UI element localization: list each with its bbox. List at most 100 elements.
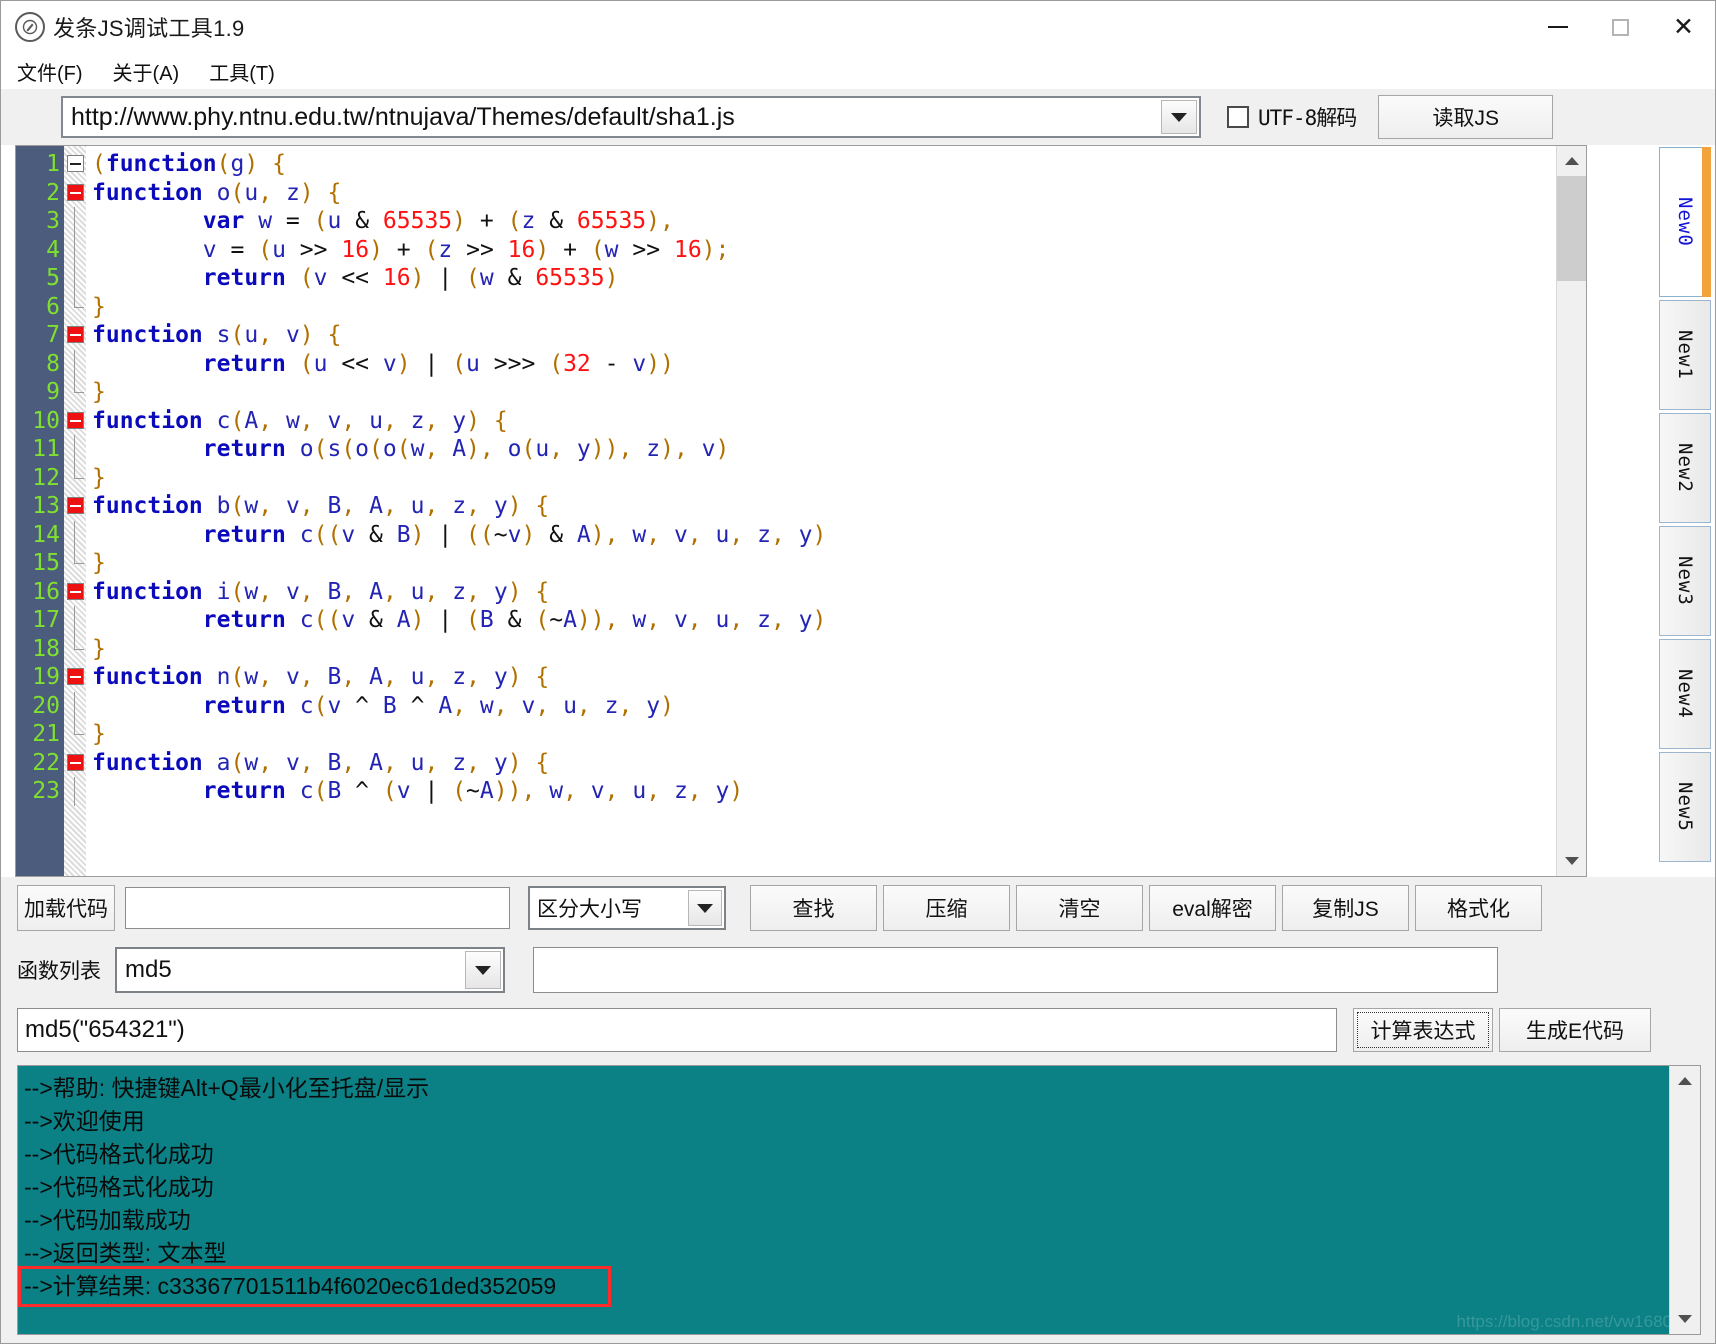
line-number: 16 <box>32 578 60 605</box>
log-scroll-up-icon[interactable] <box>1670 1066 1700 1096</box>
fold-marker[interactable] <box>64 720 86 749</box>
code-fold-margin[interactable] <box>64 146 86 876</box>
fold-marker[interactable] <box>64 777 86 806</box>
code-vertical-scrollbar[interactable] <box>1556 146 1586 876</box>
fold-guide-line <box>74 235 75 264</box>
fold-guide-line <box>74 606 75 635</box>
line-number: 20 <box>32 692 60 719</box>
menu-item-about[interactable]: 关于(A) <box>113 57 180 86</box>
line-number: 23 <box>32 778 60 804</box>
fold-marker[interactable] <box>64 435 86 464</box>
window-controls: ✕ <box>1526 1 1715 53</box>
fold-collapse-red-icon[interactable] <box>67 326 84 343</box>
code-line: function c(A, w, v, u, z, y) { <box>92 407 508 434</box>
code-line: return o(s(o(o(w, A), o(u, y)), z), v) <box>202 436 730 462</box>
code-line: } <box>92 464 106 491</box>
expression-input[interactable]: md5("654321") <box>17 1008 1337 1052</box>
fold-marker[interactable] <box>64 578 86 607</box>
function-output-field[interactable] <box>533 947 1498 993</box>
fold-marker[interactable] <box>64 207 86 236</box>
menu-item-tools[interactable]: 工具(T) <box>209 57 275 86</box>
log-vertical-scrollbar[interactable] <box>1669 1066 1700 1334</box>
close-button[interactable]: ✕ <box>1652 1 1715 53</box>
log-output[interactable]: -->帮助: 快捷键Alt+Q最小化至托盘/显示 -->欢迎使用 -->代码格式化成… <box>18 1066 1669 1334</box>
editor-tab-strip[interactable]: New0 New1 New2 New3 New4 New5 <box>1655 147 1711 862</box>
fold-marker[interactable] <box>64 292 86 322</box>
fold-guide-line <box>74 349 75 378</box>
copy-js-button[interactable]: 复制JS <box>1282 885 1409 931</box>
scrollbar-thumb[interactable] <box>1557 176 1586 281</box>
read-js-button[interactable]: 读取JS <box>1378 95 1554 139</box>
eval-decrypt-button[interactable]: eval解密 <box>1149 885 1276 931</box>
function-list-value: md5 <box>125 956 172 983</box>
fold-marker[interactable] <box>64 520 86 549</box>
fold-marker[interactable] <box>64 150 86 179</box>
fold-collapse-red-icon[interactable] <box>67 497 84 514</box>
fold-collapse-icon[interactable] <box>67 155 84 172</box>
log-line: -->代码格式化成功 <box>24 1174 214 1200</box>
fold-marker[interactable] <box>64 549 86 578</box>
editor-tab-new3[interactable]: New3 <box>1659 526 1711 636</box>
compress-button[interactable]: 压缩 <box>883 885 1010 931</box>
code-text-area[interactable]: (function(g) {function o(u, z) { var w =… <box>86 146 1586 876</box>
fold-marker[interactable] <box>64 378 86 407</box>
minimize-button[interactable] <box>1526 1 1589 53</box>
load-code-button[interactable]: 加载代码 <box>17 885 115 931</box>
line-number: 17 <box>32 607 60 633</box>
fold-marker[interactable] <box>64 179 86 208</box>
editor-tab-new1[interactable]: New1 <box>1659 300 1711 410</box>
fold-marker[interactable] <box>64 264 86 293</box>
url-dropdown-button[interactable] <box>1161 100 1197 134</box>
fold-collapse-red-icon[interactable] <box>67 411 84 429</box>
menu-item-file[interactable]: 文件(F) <box>17 57 83 86</box>
editor-tab-new5[interactable]: New5 <box>1659 752 1711 862</box>
fold-marker[interactable] <box>64 606 86 635</box>
fold-marker[interactable] <box>64 463 86 493</box>
utf8-label: UTF-8解码 <box>1258 106 1357 130</box>
code-line: var w = (u & 65535) + (z & 65535), <box>202 208 674 234</box>
fold-marker[interactable] <box>64 634 86 664</box>
fold-marker[interactable] <box>64 492 86 521</box>
url-combobox[interactable]: http://www.phy.ntnu.edu.tw/ntnujava/Them… <box>61 96 1201 138</box>
fold-marker[interactable] <box>64 663 86 692</box>
fold-guide-line <box>74 520 75 549</box>
editor-tab-new0[interactable]: New0 <box>1659 147 1711 297</box>
log-scroll-down-icon[interactable] <box>1670 1304 1700 1334</box>
fold-marker[interactable] <box>64 691 86 720</box>
calculate-expression-button[interactable]: 计算表达式 <box>1353 1008 1493 1052</box>
editor-tab-label: New1 <box>1674 330 1696 380</box>
utf8-checkbox[interactable] <box>1227 106 1249 128</box>
case-dropdown-button[interactable] <box>688 890 722 926</box>
code-line: } <box>92 635 106 662</box>
scroll-up-icon[interactable] <box>1557 146 1586 176</box>
fold-marker[interactable] <box>64 749 86 778</box>
fold-collapse-red-icon[interactable] <box>67 753 84 771</box>
expression-row: md5("654321") 计算表达式 生成E代码 <box>1 1001 1715 1059</box>
fold-marker[interactable] <box>64 349 86 378</box>
fold-marker[interactable] <box>64 235 86 264</box>
code-editor-panel[interactable]: 1 2 3 4 5 6 7 8 9 10 11 12 13 14 15 16 17 18 19 20 21 22 23 (f… <box>15 145 1587 877</box>
format-button[interactable]: 格式化 <box>1415 885 1542 931</box>
fold-collapse-red-icon[interactable] <box>67 183 84 201</box>
function-list-combobox[interactable]: md5 <box>115 947 505 993</box>
case-sensitivity-combobox[interactable]: 区分大小写 <box>528 886 726 930</box>
fold-collapse-red-icon[interactable] <box>67 668 84 685</box>
menu-bar: 文件(F) 关于(A) 工具(T) <box>1 53 1715 89</box>
url-input[interactable]: http://www.phy.ntnu.edu.tw/ntnujava/Them… <box>63 103 735 132</box>
clear-button[interactable]: 清空 <box>1016 885 1143 931</box>
fold-marker[interactable] <box>64 407 86 436</box>
fold-minus-icon <box>70 163 81 165</box>
maximize-button[interactable] <box>1589 1 1652 53</box>
scroll-down-icon[interactable] <box>1557 846 1586 876</box>
find-button[interactable]: 查找 <box>750 885 877 931</box>
window-title: 发条JS调试工具1.9 <box>53 16 245 41</box>
search-input[interactable] <box>125 887 510 929</box>
fold-collapse-red-icon[interactable] <box>67 582 84 600</box>
function-list-dropdown-button[interactable] <box>465 951 501 989</box>
utf8-checkbox-group[interactable]: UTF-8解码 <box>1227 102 1357 132</box>
fold-marker[interactable] <box>64 321 86 350</box>
editor-tab-new4[interactable]: New4 <box>1659 639 1711 749</box>
log-line: -->返回类型: 文本型 <box>24 1240 227 1266</box>
editor-tab-new2[interactable]: New2 <box>1659 413 1711 523</box>
generate-e-code-button[interactable]: 生成E代码 <box>1499 1008 1651 1052</box>
